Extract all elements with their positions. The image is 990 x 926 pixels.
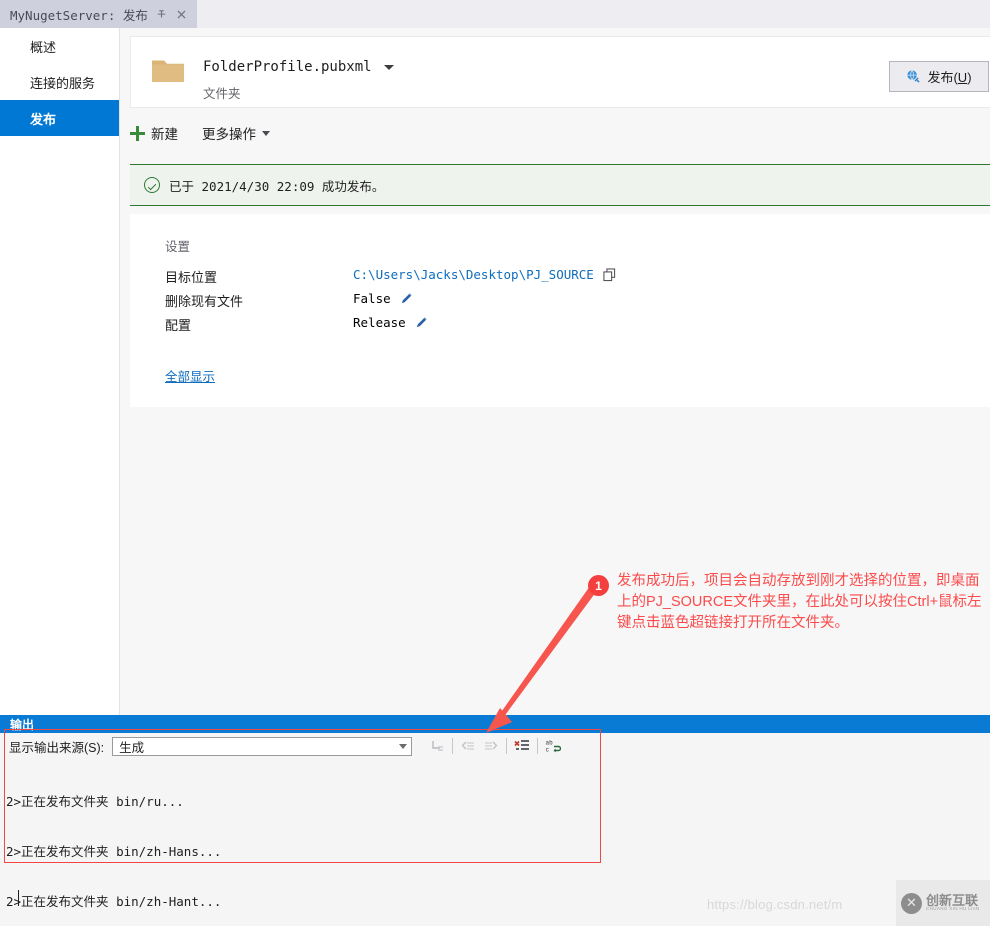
publish-profile-card: FolderProfile.pubxml 文件夹 发布(U)	[130, 36, 990, 108]
setting-value-target-location[interactable]: C:\Users\Jacks\Desktop\PJ_SOURCE	[353, 267, 616, 282]
more-actions-label: 更多操作	[202, 127, 256, 142]
configuration-value: Release	[353, 315, 406, 330]
sidebar: 概述 连接的服务 发布	[0, 28, 120, 715]
sidebar-item-connected-services[interactable]: 连接的服务	[0, 64, 119, 100]
annotation-badge-1: 1	[588, 575, 609, 596]
watermark-logo: ✕ 创新互联 CHUANG XIN HU LIAN	[896, 880, 990, 926]
settings-card: 设置 目标位置 C:\Users\Jacks\Desktop\PJ_SOURCE…	[130, 214, 990, 407]
sidebar-item-label: 发布	[30, 111, 57, 127]
plus-icon	[130, 125, 145, 141]
banner-text: 已于 2021/4/30 22:09 成功发布。	[169, 178, 385, 194]
app-root: MyNugetServer: 发布 概述 连接的服务 发布 FolderProf…	[0, 0, 990, 926]
settings-title: 设置	[165, 240, 191, 254]
folder-icon	[152, 60, 184, 82]
annotation-highlight-box	[4, 729, 601, 863]
setting-value-configuration[interactable]: Release	[353, 315, 428, 330]
pin-icon[interactable]	[155, 8, 168, 21]
sidebar-item-publish[interactable]: 发布	[0, 100, 119, 136]
watermark-logo-text: 创新互联 CHUANG XIN HU LIAN	[926, 894, 980, 912]
sidebar-item-label: 概述	[30, 39, 57, 55]
setting-value-delete-existing-files[interactable]: False	[353, 291, 413, 306]
watermark-logo-cn: 创新互联	[926, 892, 979, 908]
publish-button-label: 发布(U)	[927, 70, 972, 85]
tab-title: MyNugetServer: 发布	[10, 7, 148, 23]
setting-label-target-location: 目标位置	[165, 270, 218, 285]
show-all-link[interactable]: 全部显示	[165, 366, 215, 385]
publish-button[interactable]: 发布(U)	[889, 61, 989, 92]
chevron-down-icon[interactable]	[384, 65, 395, 70]
watermark-url: https://blog.csdn.net/m	[707, 897, 843, 912]
text-caret	[18, 890, 19, 906]
tab-publish[interactable]: MyNugetServer: 发布	[0, 0, 197, 28]
globe-publish-icon	[907, 70, 921, 83]
delete-existing-files-value: False	[353, 291, 391, 306]
sidebar-item-overview[interactable]: 概述	[0, 28, 119, 64]
target-location-link[interactable]: C:\Users\Jacks\Desktop\PJ_SOURCE	[353, 267, 594, 282]
check-circle-icon	[144, 177, 160, 193]
more-actions-button[interactable]: 更多操作	[202, 123, 270, 143]
profile-name-row[interactable]: FolderProfile.pubxml	[203, 59, 395, 75]
annotation-text: 发布成功后，项目会自动存放到刚才选择的位置，即桌面上的PJ_SOURCE文件夹里…	[617, 573, 982, 631]
new-profile-button[interactable]: 新建	[130, 123, 178, 143]
publish-success-banner: 已于 2021/4/30 22:09 成功发布。	[130, 164, 990, 206]
watermark-logo-icon: ✕	[901, 892, 922, 914]
new-profile-label: 新建	[151, 127, 178, 142]
tab-strip: MyNugetServer: 发布	[0, 0, 990, 29]
close-icon[interactable]	[175, 8, 188, 21]
profile-name: FolderProfile.pubxml	[203, 59, 372, 75]
sidebar-item-label: 连接的服务	[30, 75, 96, 91]
pencil-icon[interactable]	[415, 316, 428, 329]
setting-label-delete-existing-files: 删除现有文件	[165, 294, 244, 309]
watermark-logo-en: CHUANG XIN HU LIAN	[926, 906, 980, 912]
chevron-down-icon	[262, 130, 270, 136]
action-bar: 新建 更多操作	[130, 123, 270, 143]
setting-label-configuration: 配置	[165, 318, 192, 333]
profile-subtitle: 文件夹	[203, 87, 241, 101]
copy-icon[interactable]	[603, 267, 616, 282]
pencil-icon[interactable]	[400, 292, 413, 305]
